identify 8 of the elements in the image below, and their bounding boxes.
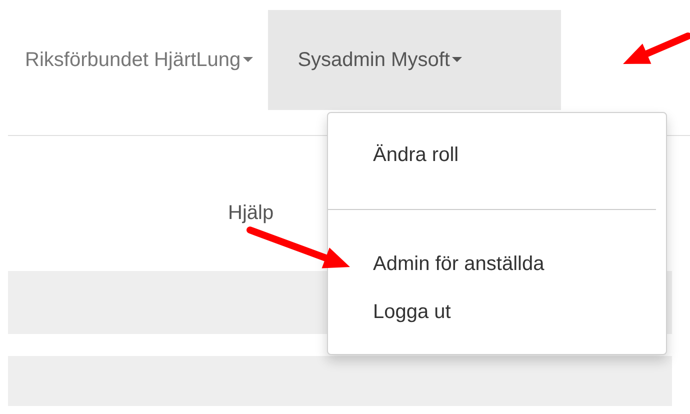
caret-icon	[242, 57, 253, 63]
nav-menu[interactable]: Sysadmin Mysoft	[268, 10, 561, 110]
menu-item[interactable]: Admin för anställda	[328, 240, 666, 288]
menu-item[interactable]: Logga ut	[328, 288, 666, 336]
caret-icon	[452, 57, 462, 63]
nav-menu[interactable]: Riksförbundet HjärtLung	[10, 10, 268, 110]
menu-item[interactable]: Ändra roll	[328, 131, 666, 179]
help-link[interactable]: Hjälp	[228, 198, 274, 238]
